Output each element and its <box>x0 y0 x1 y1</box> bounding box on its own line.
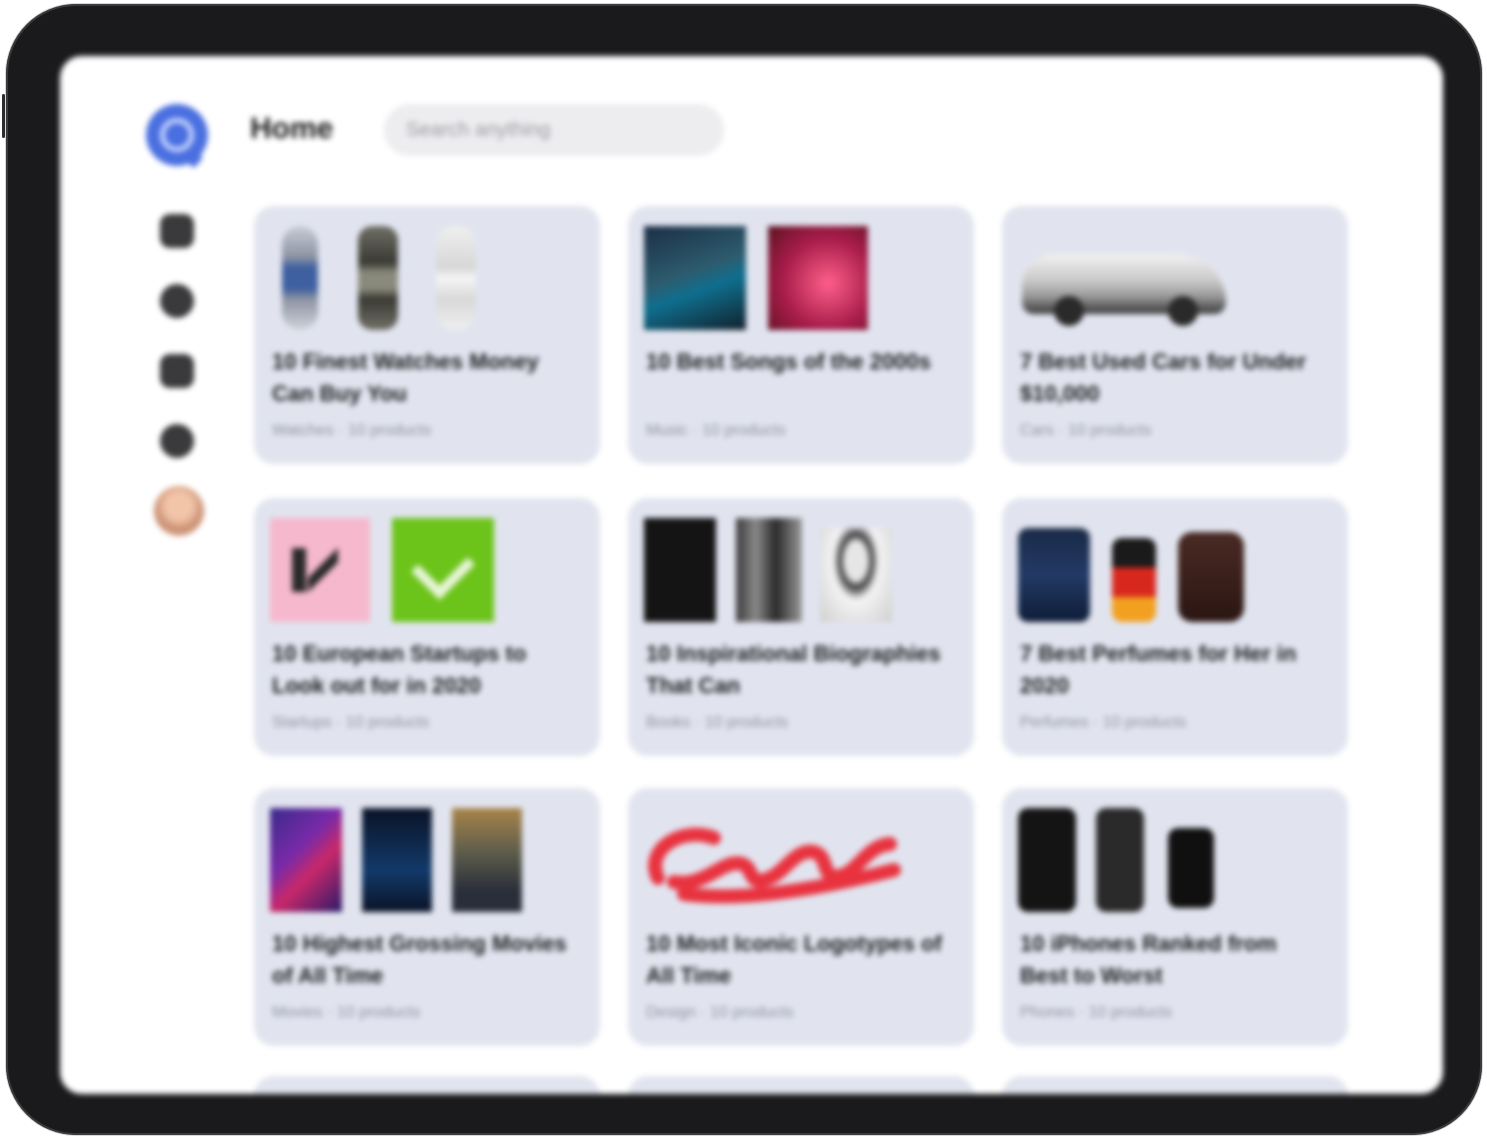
page-title: Home <box>250 112 334 145</box>
movie-poster-image <box>270 808 342 912</box>
lists-icon[interactable] <box>160 354 194 388</box>
perfume-bottle-image <box>1112 538 1156 622</box>
card-thumbnails <box>644 518 954 622</box>
home-icon[interactable] <box>160 214 194 248</box>
collection-card[interactable] <box>254 1076 600 1094</box>
card-meta: Startups · 10 products <box>272 714 430 731</box>
collection-card[interactable]: 10 Highest Grossing Movies of All Time M… <box>254 788 600 1046</box>
coca-cola-logo-image <box>648 827 901 904</box>
watch-image <box>358 226 398 330</box>
startup-logo-image <box>392 518 494 622</box>
card-title: 10 European Startups to Look out for in … <box>272 641 527 698</box>
perfume-bottle-image <box>1018 528 1090 622</box>
collection-card[interactable]: 10 Best Songs of the 2000s Music · 10 pr… <box>628 206 974 464</box>
card-meta: Cars · 10 products <box>1020 422 1152 439</box>
collection-card[interactable]: 10 Finest Watches Money Can Buy You Watc… <box>254 206 600 464</box>
card-title: 10 iPhones Ranked from Best to Worst <box>1020 931 1277 988</box>
card-title: 7 Best Perfumes for Her in 2020 <box>1020 641 1297 698</box>
card-thumbnails <box>644 226 954 330</box>
tablet-side-button <box>2 94 5 138</box>
search-input[interactable] <box>384 104 724 156</box>
card-meta: Design · 10 products <box>646 1004 794 1021</box>
card-meta: Music · 10 products <box>646 422 786 439</box>
card-title: 10 Inspirational Biographies That Can <box>646 641 941 698</box>
startup-logo-image <box>270 518 370 622</box>
card-title: 10 Most Iconic Logotypes of All Time <box>646 931 942 988</box>
logo-search-icon <box>160 118 194 152</box>
collection-card[interactable] <box>628 1076 974 1094</box>
card-meta: Phones · 10 products <box>1020 1004 1173 1021</box>
card-thumbnails <box>270 226 580 330</box>
collection-card[interactable]: 7 Best Perfumes for Her in 2020 Perfumes… <box>1002 498 1348 756</box>
card-meta: Watches · 10 products <box>272 422 432 439</box>
app-screen: Home 10 Finest Watches Money Can Buy You… <box>60 56 1443 1094</box>
watch-image <box>282 226 318 330</box>
card-thumbnails <box>270 808 580 912</box>
collection-card[interactable] <box>1002 1076 1348 1094</box>
perfume-bottle-image <box>1178 532 1244 622</box>
card-title: 10 Finest Watches Money Can Buy You <box>272 349 539 406</box>
collection-card[interactable]: 10 Most Iconic Logotypes of All Time Des… <box>628 788 974 1046</box>
card-thumbnails <box>1018 226 1328 330</box>
movie-poster-image <box>362 808 432 912</box>
watch-image <box>436 226 476 330</box>
card-title: 10 Highest Grossing Movies of All Time <box>272 931 567 988</box>
explore-icon[interactable] <box>160 284 194 318</box>
collection-card[interactable]: 10 Inspirational Biographies That Can Bo… <box>628 498 974 756</box>
card-thumbnails <box>644 808 954 912</box>
car-wheel <box>1168 296 1198 326</box>
collection-card[interactable]: 7 Best Used Cars for Under $10,000 Cars … <box>1002 206 1348 464</box>
movie-poster-image <box>452 808 522 912</box>
book-cover-image <box>820 528 892 622</box>
phone-image <box>1018 808 1076 912</box>
album-cover-image <box>644 226 746 330</box>
collection-card[interactable]: 10 iPhones Ranked from Best to Worst Pho… <box>1002 788 1348 1046</box>
tablet-frame: Home 10 Finest Watches Money Can Buy You… <box>2 4 1482 1135</box>
collection-card[interactable]: 10 European Startups to Look out for in … <box>254 498 600 756</box>
car-wheel <box>1054 296 1084 326</box>
avatar[interactable] <box>154 486 204 536</box>
card-meta: Perfumes · 10 products <box>1020 714 1187 731</box>
card-thumbnails <box>1018 808 1328 912</box>
card-meta: Books · 10 products <box>646 714 789 731</box>
card-thumbnails <box>1018 518 1328 622</box>
book-cover-image <box>736 518 802 622</box>
card-title: 10 Best Songs of the 2000s <box>646 349 931 374</box>
album-cover-image <box>768 226 868 330</box>
card-meta: Movies · 10 products <box>272 1004 421 1021</box>
card-title: 7 Best Used Cars for Under $10,000 <box>1020 349 1307 406</box>
phone-image <box>1096 808 1144 912</box>
phone-image <box>1168 828 1214 908</box>
settings-icon[interactable] <box>160 424 194 458</box>
card-thumbnails <box>270 518 580 622</box>
book-cover-image <box>644 518 716 622</box>
